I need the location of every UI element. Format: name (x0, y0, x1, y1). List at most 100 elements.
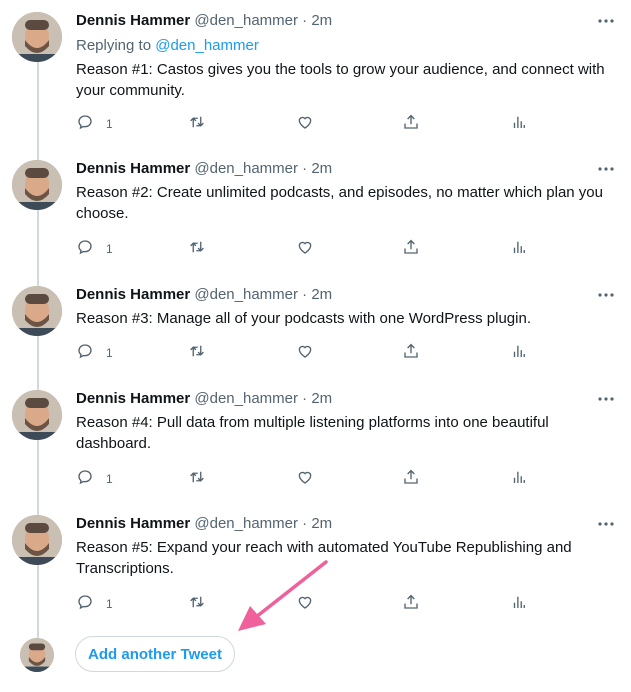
analytics-icon (510, 113, 528, 136)
tweet-text: Reason #2: Create unlimited podcasts, an… (76, 184, 603, 222)
more-icon[interactable] (597, 12, 615, 30)
analytics-button[interactable] (510, 343, 528, 363)
share-icon (402, 113, 420, 136)
author-name[interactable]: Dennis Hammer (76, 286, 190, 303)
author-handle[interactable]: @den_hammer · 2m (194, 390, 332, 407)
share-button[interactable] (402, 469, 420, 489)
author-handle[interactable]: @den_hammer · 2m (194, 12, 332, 29)
reply-count: 1 (106, 472, 113, 486)
avatar[interactable] (20, 638, 54, 672)
retweet-button[interactable] (188, 343, 206, 363)
replying-prefix: Replying to (76, 37, 152, 54)
retweet-button[interactable] (188, 594, 206, 614)
tweet-content: Dennis Hammer @den_hammer · 2m Reason #5… (76, 514, 616, 579)
retweet-icon (188, 593, 206, 616)
analytics-button[interactable] (510, 114, 528, 134)
reply-button[interactable]: 1 (76, 594, 113, 614)
reply-icon (76, 238, 94, 261)
more-icon[interactable] (597, 160, 615, 178)
analytics-button[interactable] (510, 594, 528, 614)
share-button[interactable] (402, 594, 420, 614)
tweet-content: Dennis Hammer @den_hammer · 2m Reason #2… (76, 159, 616, 224)
tweet-header: Dennis Hammer @den_hammer · 2m (76, 389, 616, 409)
retweet-icon (188, 342, 206, 365)
analytics-icon (510, 238, 528, 261)
share-icon (402, 468, 420, 491)
retweet-icon (188, 238, 206, 261)
tweet[interactable]: Dennis Hammer @den_hammer · 2m Reason #3… (0, 274, 631, 374)
analytics-button[interactable] (510, 239, 528, 259)
like-button[interactable] (296, 594, 314, 614)
like-button[interactable] (296, 469, 314, 489)
add-tweet-row: Add another Tweet (0, 636, 631, 676)
retweet-button[interactable] (188, 114, 206, 134)
reply-button[interactable]: 1 (76, 343, 113, 363)
tweet[interactable]: Dennis Hammer @den_hammer · 2m Reason #5… (0, 503, 631, 623)
more-icon[interactable] (597, 286, 615, 304)
analytics-icon (510, 593, 528, 616)
more-icon[interactable] (597, 390, 615, 408)
share-button[interactable] (402, 343, 420, 363)
tweet-header: Dennis Hammer @den_hammer · 2m (76, 11, 616, 31)
reply-count: 1 (106, 346, 113, 360)
reply-icon (76, 593, 94, 616)
author-name[interactable]: Dennis Hammer (76, 160, 190, 177)
retweet-button[interactable] (188, 239, 206, 259)
reply-icon (76, 342, 94, 365)
tweet[interactable]: Dennis Hammer @den_hammer · 2m Replying … (0, 0, 631, 140)
tweet-actions: 1 (76, 114, 616, 134)
retweet-button[interactable] (188, 469, 206, 489)
author-name[interactable]: Dennis Hammer (76, 12, 190, 29)
author-handle[interactable]: @den_hammer · 2m (194, 160, 332, 177)
reply-button[interactable]: 1 (76, 239, 113, 259)
reply-count: 1 (106, 242, 113, 256)
like-icon (296, 593, 314, 616)
reply-button[interactable]: 1 (76, 114, 113, 134)
author-handle[interactable]: @den_hammer · 2m (194, 286, 332, 303)
tweet-actions: 1 (76, 469, 616, 489)
tweet-actions: 1 (76, 594, 616, 614)
tweet-actions: 1 (76, 239, 616, 259)
share-icon (402, 238, 420, 261)
tweet[interactable]: Dennis Hammer @den_hammer · 2m Reason #4… (0, 378, 631, 498)
tweet-text: Reason #1: Castos gives you the tools to… (76, 61, 605, 99)
tweet-header: Dennis Hammer @den_hammer · 2m (76, 159, 616, 179)
replying-mention-link[interactable]: @den_hammer (155, 37, 259, 54)
author-name[interactable]: Dennis Hammer (76, 390, 190, 407)
like-button[interactable] (296, 114, 314, 134)
tweet-actions: 1 (76, 343, 616, 363)
avatar[interactable] (12, 390, 62, 440)
more-icon[interactable] (597, 515, 615, 533)
avatar[interactable] (12, 286, 62, 336)
share-button[interactable] (402, 239, 420, 259)
analytics-icon (510, 342, 528, 365)
author-handle[interactable]: @den_hammer · 2m (194, 515, 332, 532)
replying-to: Replying to @den_hammer (76, 36, 616, 56)
tweet-text: Reason #3: Manage all of your podcasts w… (76, 310, 531, 327)
tweet-content: Dennis Hammer @den_hammer · 2m Reason #4… (76, 389, 616, 454)
tweet-content: Dennis Hammer @den_hammer · 2m Replying … (76, 11, 616, 101)
tweet-text: Reason #4: Pull data from multiple liste… (76, 414, 549, 452)
like-button[interactable] (296, 343, 314, 363)
analytics-button[interactable] (510, 469, 528, 489)
tweet[interactable]: Dennis Hammer @den_hammer · 2m Reason #2… (0, 148, 631, 268)
add-another-tweet-button[interactable]: Add another Tweet (75, 636, 235, 672)
like-icon (296, 342, 314, 365)
like-button[interactable] (296, 239, 314, 259)
tweet-text: Reason #5: Expand your reach with automa… (76, 539, 572, 577)
share-icon (402, 593, 420, 616)
avatar[interactable] (12, 160, 62, 210)
like-icon (296, 468, 314, 491)
share-button[interactable] (402, 114, 420, 134)
avatar[interactable] (12, 515, 62, 565)
analytics-icon (510, 468, 528, 491)
like-icon (296, 238, 314, 261)
author-name[interactable]: Dennis Hammer (76, 515, 190, 532)
tweet-thread: Dennis Hammer @den_hammer · 2m Replying … (0, 0, 631, 692)
retweet-icon (188, 468, 206, 491)
reply-button[interactable]: 1 (76, 469, 113, 489)
avatar[interactable] (12, 12, 62, 62)
share-icon (402, 342, 420, 365)
reply-icon (76, 468, 94, 491)
tweet-content: Dennis Hammer @den_hammer · 2m Reason #3… (76, 285, 616, 329)
